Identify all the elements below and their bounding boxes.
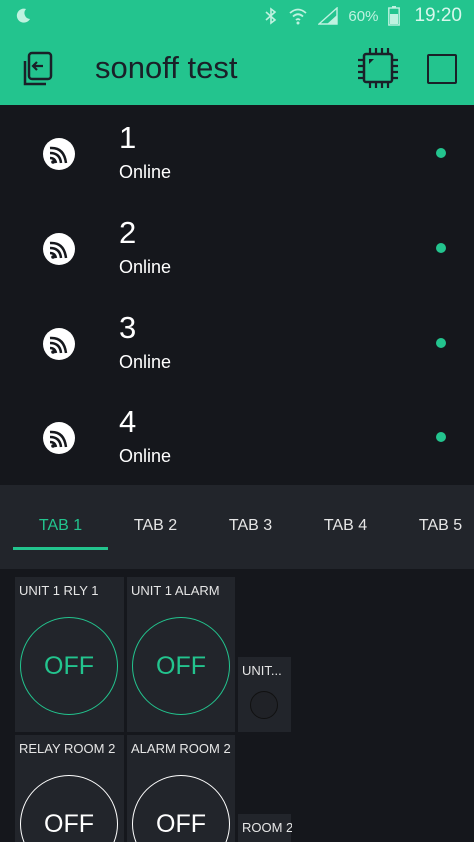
device-list: 1 Online 2 Online 3 Online 4 Online bbox=[0, 105, 474, 485]
device-status: Online bbox=[119, 257, 172, 277]
widget-grid: UNIT 1 RLY 1 OFF UNIT 1 ALARM OFF UNIT..… bbox=[0, 569, 474, 842]
device-item[interactable]: 3 Online bbox=[0, 295, 474, 390]
toggle-button[interactable]: OFF bbox=[132, 617, 230, 715]
widget-room2-led: ROOM 2 bbox=[238, 814, 292, 842]
tab-5[interactable]: TAB 5 bbox=[393, 515, 474, 537]
widget-alarm-room2: ALARM ROOM 2 OFF bbox=[127, 735, 235, 842]
device-item[interactable]: 1 Online bbox=[0, 105, 474, 200]
battery-icon bbox=[388, 6, 401, 26]
toggle-button[interactable]: OFF bbox=[132, 775, 230, 842]
bluetooth-icon bbox=[265, 7, 277, 25]
page-title: sonoff test bbox=[95, 50, 238, 85]
tab-2[interactable]: TAB 2 bbox=[108, 515, 203, 537]
active-tab-indicator bbox=[13, 547, 108, 550]
online-indicator bbox=[436, 432, 446, 442]
widget-label: UNIT 1 ALARM bbox=[131, 583, 220, 598]
wifi-icon bbox=[289, 8, 308, 25]
signal-icon bbox=[318, 7, 339, 25]
toggle-button[interactable]: OFF bbox=[20, 617, 118, 715]
device-name: 1 bbox=[119, 120, 137, 155]
app-bar: sonoff test bbox=[0, 32, 474, 105]
status-bar: 60% 19:20 bbox=[0, 0, 474, 32]
widget-unit1-alarm: UNIT 1 ALARM OFF bbox=[127, 577, 235, 732]
battery-percent: 60% bbox=[348, 7, 379, 25]
tab-bar: TAB 1 TAB 2 TAB 3 TAB 4 TAB 5 bbox=[0, 485, 474, 569]
device-status: Online bbox=[119, 352, 172, 372]
tab-4[interactable]: TAB 4 bbox=[298, 515, 393, 537]
online-indicator bbox=[436, 338, 446, 348]
toggle-button[interactable]: OFF bbox=[20, 775, 118, 842]
widget-label: UNIT 1 RLY 1 bbox=[19, 583, 99, 598]
tab-3[interactable]: TAB 3 bbox=[203, 515, 298, 537]
device-status: Online bbox=[119, 162, 172, 182]
tab-1[interactable]: TAB 1 bbox=[13, 515, 108, 537]
moon-icon bbox=[16, 8, 30, 23]
back-icon[interactable] bbox=[20, 49, 56, 89]
widget-label: ALARM ROOM 2 bbox=[131, 741, 231, 756]
device-item[interactable]: 4 Online bbox=[0, 389, 474, 484]
widget-label: RELAY ROOM 2 bbox=[19, 741, 116, 756]
espressif-logo-icon bbox=[43, 328, 75, 360]
widget-unit1-rly1: UNIT 1 RLY 1 OFF bbox=[15, 577, 124, 732]
device-name: 2 bbox=[119, 215, 137, 250]
widget-label: ROOM 2 bbox=[242, 820, 292, 835]
led-indicator bbox=[250, 691, 278, 719]
widget-unit-led: UNIT... bbox=[238, 657, 291, 732]
online-indicator bbox=[436, 243, 446, 253]
device-name: 4 bbox=[119, 404, 137, 439]
clock: 19:20 bbox=[414, 5, 462, 26]
device-status: Online bbox=[119, 446, 172, 466]
espressif-logo-icon bbox=[43, 233, 75, 265]
device-item[interactable]: 2 Online bbox=[0, 200, 474, 295]
espressif-logo-icon bbox=[43, 138, 75, 170]
device-name: 3 bbox=[119, 310, 137, 345]
square-icon[interactable] bbox=[427, 54, 457, 84]
online-indicator bbox=[436, 148, 446, 158]
widget-relay-room2: RELAY ROOM 2 OFF bbox=[15, 735, 124, 842]
espressif-logo-icon bbox=[43, 422, 75, 454]
device-chip-icon[interactable] bbox=[357, 47, 399, 89]
widget-label: UNIT... bbox=[242, 663, 282, 678]
